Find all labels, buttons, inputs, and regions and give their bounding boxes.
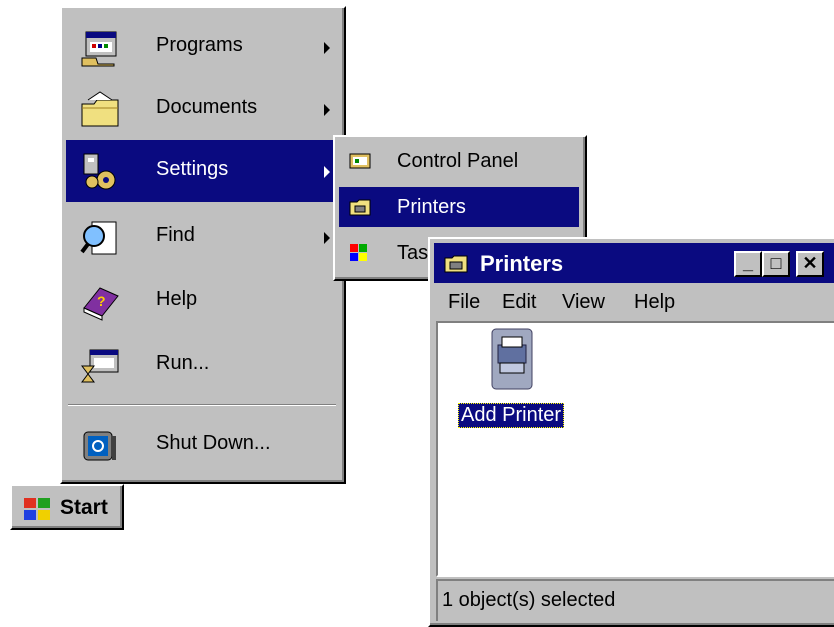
- menu-bar: File Edit View Help: [434, 285, 834, 319]
- programs-icon: [80, 28, 120, 68]
- shutdown-icon: [80, 426, 120, 466]
- menu-item-label: Settings: [156, 158, 229, 180]
- window-title: Printers: [480, 251, 564, 276]
- menu-separator: [68, 404, 336, 406]
- start-label: Start: [60, 496, 108, 519]
- submenu-item-label: Printers: [397, 196, 466, 218]
- submenu-item-control-panel[interactable]: Control Panel: [339, 141, 579, 181]
- menu-item-label: Shut Down...: [156, 432, 271, 454]
- printers-folder-icon: [349, 197, 371, 217]
- submenu-arrow-icon: [324, 42, 330, 54]
- svg-text:?: ?: [97, 293, 106, 309]
- submenu-arrow-icon: [324, 232, 330, 244]
- find-icon: [80, 218, 120, 258]
- menu-edit[interactable]: Edit: [502, 291, 536, 314]
- add-printer-icon: [488, 327, 536, 391]
- control-panel-icon: [349, 151, 371, 171]
- menu-item-label: Documents: [156, 96, 258, 118]
- menu-item-shut-down[interactable]: Shut Down...: [66, 414, 338, 476]
- menu-item-documents[interactable]: Documents: [66, 78, 338, 140]
- close-button[interactable]: ✕: [796, 251, 824, 277]
- printers-folder-icon: [444, 253, 468, 273]
- documents-icon: [80, 90, 120, 130]
- menu-item-label: Programs: [156, 34, 243, 56]
- status-text: 1 object(s) selected: [442, 589, 616, 611]
- submenu-arrow-icon: [324, 104, 330, 116]
- menu-file[interactable]: File: [448, 291, 480, 314]
- printers-window: Printers _ □ ✕ File Edit View Help Add P…: [428, 237, 834, 627]
- add-printer-label: Add Printer: [458, 403, 565, 428]
- file-view[interactable]: Add Printer: [436, 321, 834, 577]
- maximize-button[interactable]: □: [762, 251, 790, 277]
- menu-item-label: Help: [156, 288, 198, 310]
- submenu-item-label: Control Panel: [397, 150, 519, 172]
- taskbar-icon: [349, 243, 371, 263]
- menu-item-programs[interactable]: Programs: [66, 16, 338, 78]
- menu-item-help[interactable]: ? Help: [66, 270, 338, 332]
- menu-item-label: Find: [156, 224, 195, 246]
- run-icon: [80, 346, 120, 386]
- menu-view[interactable]: View: [562, 291, 605, 314]
- menu-item-settings[interactable]: Settings: [66, 140, 338, 202]
- menu-item-run[interactable]: Run...: [66, 334, 338, 396]
- title-bar[interactable]: Printers _ □ ✕: [434, 243, 834, 283]
- menu-item-label: Run...: [156, 352, 210, 374]
- status-bar: 1 object(s) selected: [436, 579, 834, 621]
- settings-icon: [80, 152, 120, 192]
- submenu-item-printers[interactable]: Printers: [339, 187, 579, 227]
- minimize-button[interactable]: _: [734, 251, 762, 277]
- menu-help[interactable]: Help: [634, 291, 675, 314]
- start-button[interactable]: Start: [10, 484, 124, 530]
- start-menu: Programs Documents Settings Find ? Help …: [60, 6, 346, 484]
- add-printer-item[interactable]: Add Printer: [458, 327, 578, 428]
- submenu-arrow-icon: [324, 166, 330, 178]
- help-icon: ?: [80, 282, 120, 322]
- menu-item-find[interactable]: Find: [66, 206, 338, 268]
- windows-logo-icon: [22, 496, 54, 522]
